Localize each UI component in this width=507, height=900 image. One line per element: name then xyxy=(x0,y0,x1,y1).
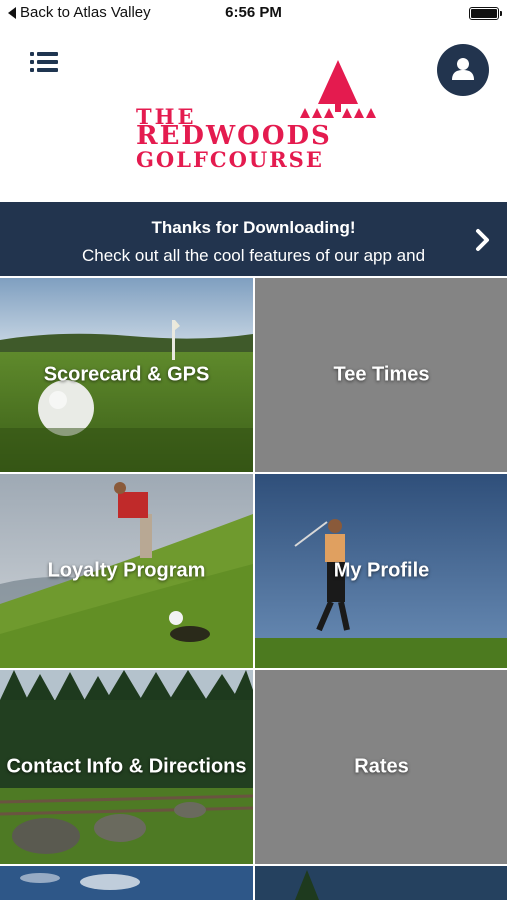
sky-photo xyxy=(0,866,253,900)
tile-tee-times[interactable]: Tee Times xyxy=(255,278,507,472)
tile-partial-left[interactable] xyxy=(0,866,253,900)
tile-scorecard-gps[interactable]: Scorecard & GPS xyxy=(0,278,253,472)
tile-contact-info-directions[interactable]: Contact Info & Directions xyxy=(0,670,253,864)
app-header: THE REDWOODS GOLFCOURSE xyxy=(0,28,507,202)
tile-partial-right[interactable] xyxy=(255,866,507,900)
clock: 6:56 PM xyxy=(225,4,282,21)
welcome-banner[interactable]: Thanks for Downloading! Check out all th… xyxy=(0,202,507,276)
user-icon xyxy=(452,58,474,80)
chevron-right-icon[interactable] xyxy=(474,228,492,252)
tile-label: Scorecard & GPS xyxy=(43,363,210,386)
banner-subtitle: Check out all the cool features of our a… xyxy=(81,246,426,265)
logo-line-golfcourse: GOLFCOURSE xyxy=(136,147,324,172)
tile-label: Contact Info & Directions xyxy=(6,755,247,778)
redwoods-logo: THE REDWOODS GOLFCOURSE xyxy=(130,58,380,178)
banner-title: Thanks for Downloading! xyxy=(151,218,356,237)
menu-list-icon[interactable] xyxy=(30,50,60,76)
trees-photo xyxy=(255,866,507,900)
tile-rates[interactable]: Rates xyxy=(255,670,507,864)
battery-icon xyxy=(469,7,502,20)
tile-my-profile[interactable]: My Profile xyxy=(255,474,507,668)
tile-loyalty-program[interactable]: Loyalty Program xyxy=(0,474,253,668)
tile-label: Rates xyxy=(354,755,409,778)
tile-label: My Profile xyxy=(333,559,430,582)
profile-button[interactable] xyxy=(437,44,489,96)
tile-label: Tee Times xyxy=(333,363,430,386)
tile-label: Loyalty Program xyxy=(47,559,206,582)
status-bar: Back to Atlas Valley 6:56 PM xyxy=(0,0,507,28)
